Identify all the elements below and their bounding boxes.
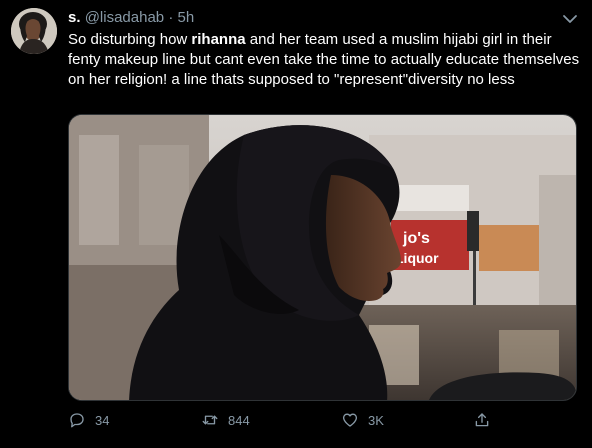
more-options-button[interactable] [562, 12, 578, 24]
media-photo: jo's Liquor [69, 115, 576, 400]
like-icon [342, 413, 358, 427]
tweet-text-bold: rihanna [191, 31, 246, 48]
share-icon [475, 413, 489, 427]
sign-text-1: jo's [402, 230, 430, 247]
tweet-media[interactable]: jo's Liquor [68, 114, 577, 401]
tweet-time[interactable]: 5h [177, 9, 194, 26]
retweet-icon [202, 415, 218, 425]
chevron-down-icon [563, 15, 577, 23]
display-name[interactable]: s. [68, 9, 81, 26]
retweet-count: 844 [228, 412, 250, 428]
sign-text-2: Liquor [395, 250, 439, 266]
avatar[interactable] [11, 8, 57, 54]
reply-count: 34 [95, 412, 110, 428]
tweet-text: So disturbing how rihanna and her team u… [68, 30, 580, 90]
user-handle[interactable]: @lisadahab [85, 9, 164, 26]
retweet-button[interactable]: 844 [201, 408, 250, 432]
avatar-image [11, 8, 57, 54]
tweet-header: s. @lisadahab · 5h [68, 9, 194, 27]
tweet[interactable]: s. @lisadahab · 5h So disturbing how rih… [0, 0, 592, 448]
like-button[interactable]: 3K [341, 408, 384, 432]
separator-dot: · [168, 9, 174, 26]
reply-icon [70, 413, 84, 428]
share-button[interactable] [473, 408, 491, 432]
reply-button[interactable]: 34 [68, 408, 109, 432]
tweet-actions: 34 844 3K [68, 408, 508, 432]
like-count: 3K [368, 412, 384, 428]
tweet-text-start: So disturbing how [68, 31, 192, 48]
